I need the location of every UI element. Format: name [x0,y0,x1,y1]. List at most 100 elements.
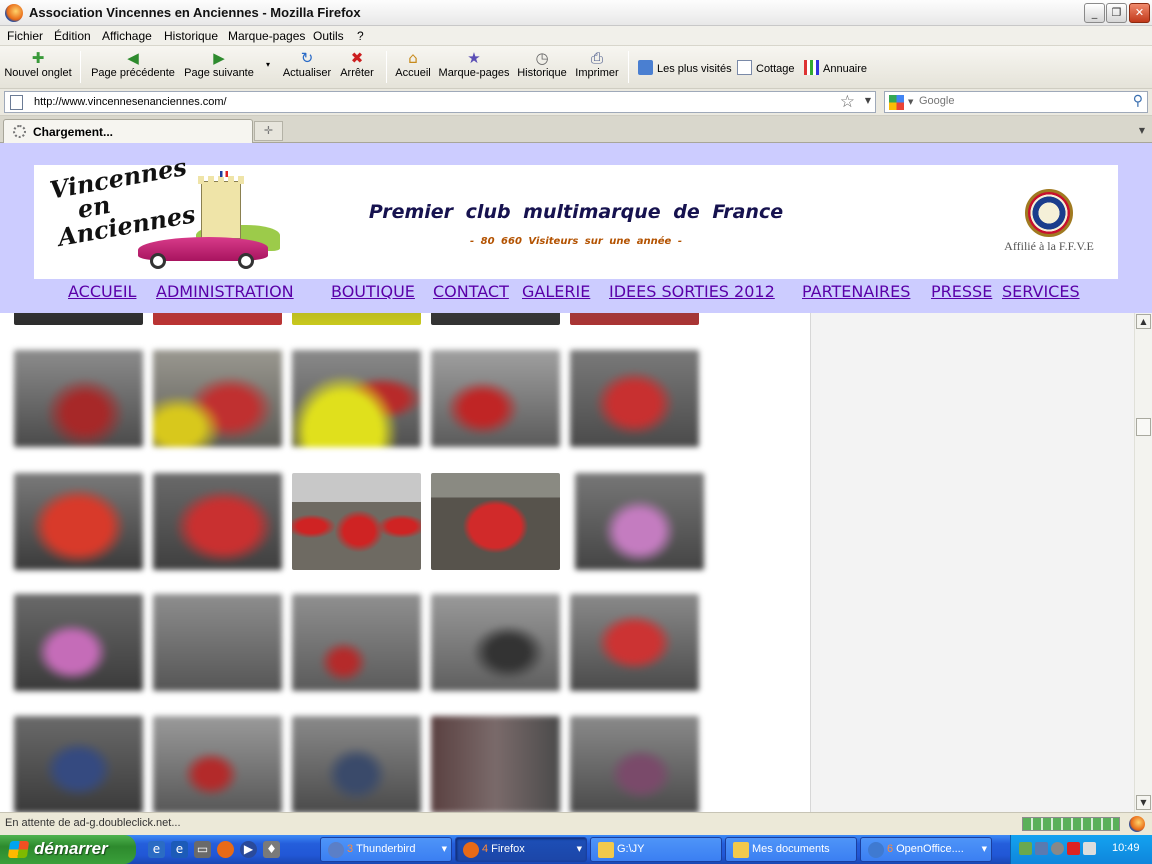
bookmark-star-icon[interactable]: ☆ [840,92,855,112]
forward-arrow-icon: ▶ [213,49,225,67]
gallery-thumb[interactable] [292,716,421,812]
site-logo[interactable]: Vincennes en Anciennes [46,152,286,273]
car-wheel-icon [150,253,166,269]
scroll-up-button[interactable]: ▲ [1136,314,1151,329]
gallery-thumb[interactable] [14,473,143,570]
gallery-thumb[interactable] [153,716,282,812]
engine-dropdown-icon[interactable]: ▼ [908,98,913,106]
thunderbird-icon [328,842,344,858]
gallery-thumb[interactable] [153,594,282,691]
taskbar-item-firefox[interactable]: 4 Firefox ▼ [455,837,587,862]
maximize-button[interactable]: ❐ [1106,3,1127,23]
close-button[interactable]: ✕ [1129,3,1150,23]
menu-edition[interactable]: Édition [54,29,91,43]
menu-help[interactable]: ? [357,29,364,43]
gallery-thumb[interactable] [570,350,699,447]
gallery-thumb[interactable] [431,350,560,447]
gallery-thumb[interactable] [292,350,421,447]
menu-historique[interactable]: Historique [164,29,218,43]
tray-app-icon[interactable] [1051,842,1064,855]
openoffice-icon [868,842,884,858]
url-input[interactable]: http://www.vincennesenanciennes.com/ ☆ ▼ [4,91,876,113]
ffve-seal-icon [1025,189,1073,237]
menu-bar: Fichier Édition Affichage Historique Mar… [0,26,1152,46]
tray-antivirus-icon[interactable] [1067,842,1080,855]
menu-marque-pages[interactable]: Marque-pages [228,29,305,43]
gallery-thumb[interactable] [292,594,421,691]
home-button[interactable]: ⌂ Accueil [394,48,432,86]
tray-network-icon[interactable] [1019,842,1032,855]
reload-button[interactable]: ↻ Actualiser [281,48,333,86]
gallery-thumb[interactable] [570,594,699,691]
firefox-status-icon[interactable] [1129,816,1145,832]
url-dropdown-icon[interactable]: ▼ [865,96,871,105]
google-icon[interactable] [889,95,904,110]
gallery-thumb[interactable] [14,716,143,812]
quicklaunch-media-icon[interactable]: ▶ [240,841,257,858]
tray-monitor-icon[interactable] [1035,842,1048,855]
menu-outils[interactable]: Outils [313,29,344,43]
bookmark-annuaire[interactable]: Annuaire [804,60,867,75]
nav-contact[interactable]: CONTACT [433,282,509,301]
history-button[interactable]: ◷ Historique [516,48,568,86]
nav-services[interactable]: SERVICES [1002,282,1080,301]
forward-button[interactable]: ▶ Page suivante [182,48,256,86]
taskbar-item-folder-g[interactable]: G:\JY [590,837,722,862]
gallery-thumb[interactable] [153,350,282,447]
folder-icon [598,842,614,858]
print-button[interactable]: ⎙ Imprimer [574,48,620,86]
gallery-thumb[interactable] [431,473,560,570]
gallery-thumb[interactable] [292,473,421,570]
tab-list-dropdown[interactable]: ▼ [1134,121,1150,141]
tray-volume-icon[interactable] [1083,842,1096,855]
gallery-thumb[interactable] [14,594,143,691]
taskbar-item-openoffice[interactable]: 6 OpenOffice.... ▼ [860,837,992,862]
nav-galerie[interactable]: GALERIE [522,282,590,301]
search-input[interactable] [919,95,1119,107]
taskbar-item-thunderbird[interactable]: 3 Thunderbird ▼ [320,837,452,862]
bookmarks-button[interactable]: ★ Marque-pages [437,48,511,86]
vertical-scrollbar[interactable]: ▲ ▼ [1134,313,1152,812]
directory-icon [804,60,819,75]
nav-presse[interactable]: PRESSE [931,282,992,301]
window-title-bar[interactable]: Association Vincennes en Anciennes - Moz… [0,0,1152,26]
url-text[interactable]: http://www.vincennesenanciennes.com/ [34,96,227,108]
quicklaunch-firefox-icon[interactable] [217,841,234,858]
nav-boutique[interactable]: BOUTIQUE [331,282,415,301]
nav-administration[interactable]: ADMINISTRATION [156,282,294,301]
tab-loading[interactable]: Chargement... [3,119,253,143]
start-button[interactable]: démarrer [0,835,136,864]
quicklaunch-browser-icon[interactable]: e [171,841,188,858]
quicklaunch-desktop-icon[interactable]: ▭ [194,841,211,858]
scroll-thumb[interactable] [1136,418,1151,436]
nav-idees-sorties[interactable]: IDEES SORTIES 2012 [609,282,775,301]
stop-button[interactable]: ✖ Arrêter [337,48,377,86]
scroll-down-button[interactable]: ▼ [1136,795,1151,810]
taskbar-item-mes-documents[interactable]: Mes documents [725,837,857,862]
nav-partenaires[interactable]: PARTENAIRES [802,282,910,301]
bookmark-most-visited[interactable]: Les plus visités [638,60,732,75]
gallery-thumb[interactable] [153,473,282,570]
gallery-thumb[interactable] [431,594,560,691]
gallery-thumb[interactable] [14,350,143,447]
quicklaunch-app-icon[interactable]: ♦ [263,841,280,858]
gallery-thumb[interactable] [575,473,704,570]
status-text: En attente de ad-g.doubleclick.net... [5,817,181,829]
bookmark-cottage[interactable]: Cottage [737,60,795,75]
new-tab-button[interactable]: ✚ Nouvel onglet [3,48,73,86]
ffve-affiliation[interactable]: Affilié à la F.F.V.E [994,189,1104,269]
search-box[interactable]: ▼ ⚲ [884,91,1148,113]
nav-accueil[interactable]: ACCUEIL [68,282,136,301]
menu-affichage[interactable]: Affichage [102,29,152,43]
gallery-thumb[interactable] [431,716,560,812]
system-tray: 10:49 [1010,835,1152,864]
minimize-button[interactable]: _ [1084,3,1105,23]
search-icon[interactable]: ⚲ [1133,93,1143,109]
gallery-thumb[interactable] [570,716,699,812]
back-button[interactable]: ◀ Page précédente [90,48,176,86]
quicklaunch-ie-icon[interactable]: e [148,841,165,858]
page-icon [737,60,752,75]
site-banner: Vincennes en Anciennes Premier club mult… [34,152,1118,279]
new-tab-plus-button[interactable]: ✛ [254,121,283,141]
menu-fichier[interactable]: Fichier [7,29,43,43]
